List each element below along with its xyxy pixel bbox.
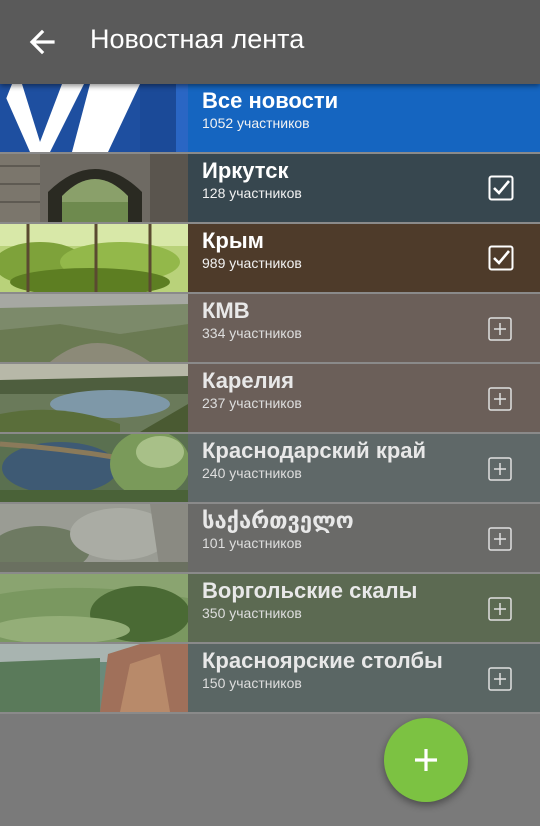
- add-box-icon[interactable]: [488, 387, 512, 411]
- add-box-icon[interactable]: [488, 317, 512, 341]
- group-info: საქართველო 101 участников: [188, 504, 540, 572]
- group-name: Крым: [202, 228, 264, 253]
- add-box-icon[interactable]: [488, 667, 512, 691]
- list-item-krasnoyarsk[interactable]: Красноярские столбы 150 участников: [0, 644, 540, 714]
- add-group-button[interactable]: [384, 718, 468, 802]
- group-info: КМВ 334 участников: [188, 294, 540, 362]
- group-members-count: 150 участников: [202, 675, 302, 691]
- app-bar: Новостная лента: [0, 0, 540, 84]
- group-name: Все новости: [202, 88, 339, 113]
- group-name: Иркутск: [202, 158, 289, 183]
- add-box-icon[interactable]: [488, 597, 512, 621]
- group-members-count: 1052 участников: [202, 115, 310, 131]
- back-button[interactable]: [14, 20, 70, 64]
- group-members-count: 101 участников: [202, 535, 302, 551]
- group-name: საქართველო: [202, 508, 354, 533]
- group-name: Карелия: [202, 368, 294, 393]
- group-thumbnail: [0, 154, 188, 222]
- group-info: Все новости 1052 участников: [188, 84, 540, 152]
- group-thumbnail: [0, 364, 188, 432]
- page-title: Новостная лента: [90, 24, 305, 54]
- list-item-all-news[interactable]: Все новости 1052 участников: [0, 84, 540, 154]
- group-thumbnail: [0, 84, 188, 152]
- group-members-count: 128 участников: [202, 185, 302, 201]
- list-item-crimea[interactable]: Крым 989 участников: [0, 224, 540, 294]
- group-name: Воргольские скалы: [202, 578, 418, 603]
- list-item-irkutsk[interactable]: Иркутск 128 участников: [0, 154, 540, 224]
- group-thumbnail: [0, 644, 188, 712]
- add-box-icon[interactable]: [488, 527, 512, 551]
- group-info: Карелия 237 участников: [188, 364, 540, 432]
- plus-icon: [415, 749, 437, 771]
- group-list: Все новости 1052 участников Иркутск 128 …: [0, 84, 540, 714]
- checkbox-checked-icon[interactable]: [488, 175, 514, 201]
- group-members-count: 334 участников: [202, 325, 302, 341]
- group-members-count: 237 участников: [202, 395, 302, 411]
- checkbox-checked-icon[interactable]: [488, 245, 514, 271]
- group-members-count: 350 участников: [202, 605, 302, 621]
- group-members-count: 989 участников: [202, 255, 302, 271]
- list-item-georgia[interactable]: საქართველო 101 участников: [0, 504, 540, 574]
- group-info: Иркутск 128 участников: [188, 154, 540, 222]
- group-name: Краснодарский край: [202, 438, 427, 463]
- group-thumbnail: [0, 434, 188, 502]
- group-members-count: 240 участников: [202, 465, 302, 481]
- list-item-krasnodar[interactable]: Краснодарский край 240 участников: [0, 434, 540, 504]
- group-thumbnail: [0, 504, 188, 572]
- group-thumbnail: [0, 294, 188, 362]
- list-item-kmv[interactable]: КМВ 334 участников: [0, 294, 540, 364]
- group-info: Воргольские скалы 350 участников: [188, 574, 540, 642]
- list-item-karelia[interactable]: Карелия 237 участников: [0, 364, 540, 434]
- group-name: КМВ: [202, 298, 250, 323]
- group-thumbnail: [0, 224, 188, 292]
- group-thumbnail: [0, 574, 188, 642]
- arrow-left-icon: [29, 29, 55, 55]
- add-box-icon[interactable]: [488, 457, 512, 481]
- group-name: Красноярские столбы: [202, 648, 443, 673]
- group-info: Красноярские столбы 150 участников: [188, 644, 540, 712]
- list-item-vorgol[interactable]: Воргольские скалы 350 участников: [0, 574, 540, 644]
- group-info: Краснодарский край 240 участников: [188, 434, 540, 502]
- group-info: Крым 989 участников: [188, 224, 540, 292]
